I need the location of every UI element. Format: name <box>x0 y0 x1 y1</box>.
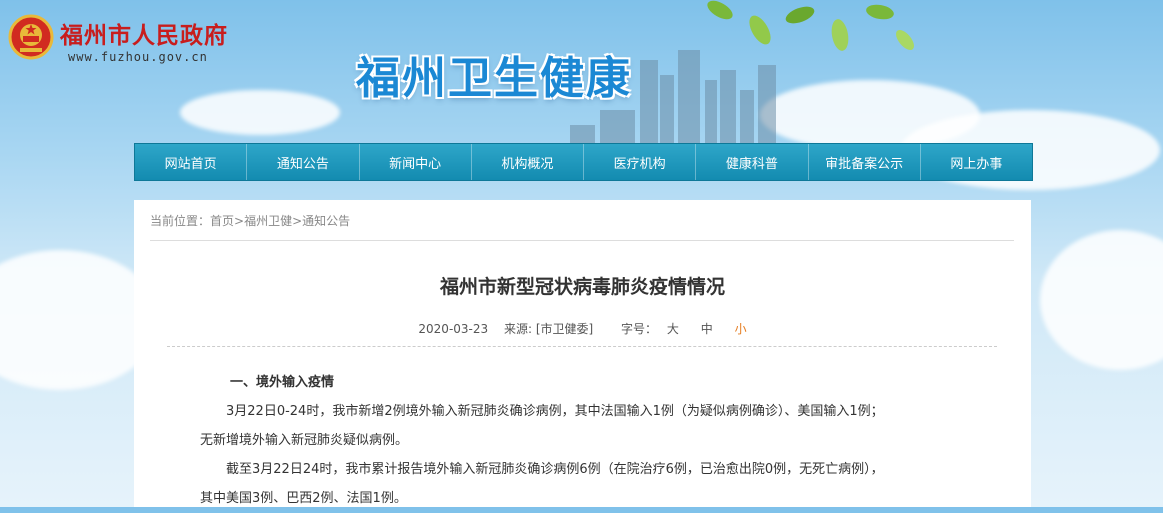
nav-item-home[interactable]: 网站首页 <box>135 144 248 180</box>
paragraph: 无新增境外输入新冠肺炎疑似病例。 <box>200 433 409 448</box>
main-nav: 网站首页 通知公告 新闻中心 机构概况 医疗机构 健康科普 审批备案公示 网上办… <box>134 143 1033 181</box>
nav-item-organization[interactable]: 机构概况 <box>472 144 584 180</box>
article-source: 来源: [市卫健委] <box>503 322 594 336</box>
nav-item-medical-institutions[interactable]: 医疗机构 <box>584 144 697 180</box>
nav-item-health-science[interactable]: 健康科普 <box>696 144 809 180</box>
breadcrumb-link-health[interactable]: 福州卫健 <box>244 214 292 228</box>
nav-item-notices[interactable]: 通知公告 <box>247 144 360 180</box>
content-panel: 当前位置：首页>福州卫健>通知公告 福州市新型冠状病毒肺炎疫情情况 2020-0… <box>134 200 1031 507</box>
font-size-medium[interactable]: 中 <box>701 322 713 336</box>
article-meta: 2020-03-23 来源: [市卫健委] 字号： 大 中 小 <box>134 320 1031 337</box>
nav-item-online-services[interactable]: 网上办事 <box>921 144 1032 180</box>
section-heading: 一、境外输入疫情 <box>230 375 335 390</box>
dashed-divider <box>167 346 997 347</box>
article-body: 一、境外输入疫情 3月22日0-24时，我市新增2例境外输入新冠肺炎确诊病例，其… <box>200 368 1000 513</box>
leaves-decoration <box>707 0 914 51</box>
gov-name[interactable]: 福州市人民政府 <box>60 16 228 50</box>
divider <box>150 240 1014 241</box>
breadcrumb-label: 当前位置： <box>150 214 211 228</box>
article-date: 2020-03-23 <box>418 322 489 336</box>
breadcrumb: 当前位置：首页>福州卫健>通知公告 <box>150 212 350 229</box>
site-title: 福州卫生健康 <box>356 53 632 104</box>
paragraph: 截至3月22日24时，我市累计报告境外输入新冠肺炎确诊病例6例（在院治疗6例，已… <box>226 462 884 477</box>
breadcrumb-separator: > <box>234 214 245 228</box>
article-title: 福州市新型冠状病毒肺炎疫情情况 <box>439 276 725 298</box>
paragraph: 3月22日0-24时，我市新增2例境外输入新冠肺炎确诊病例，其中法国输入1例（为… <box>226 404 884 419</box>
nav-item-approval-publicity[interactable]: 审批备案公示 <box>809 144 921 180</box>
gov-url[interactable]: www.fuzhou.gov.cn <box>68 50 208 64</box>
paragraph: 其中美国3例、巴西2例、法国1例。 <box>200 491 407 506</box>
font-size-small[interactable]: 小 <box>735 322 747 336</box>
breadcrumb-separator: > <box>292 214 303 228</box>
font-size-large[interactable]: 大 <box>667 322 679 336</box>
font-size-label: 字号： <box>621 322 658 336</box>
nav-item-news[interactable]: 新闻中心 <box>360 144 472 180</box>
cloud-decoration <box>1040 230 1163 370</box>
site-header: 福州市人民政府 www.fuzhou.gov.cn 福州卫生健康 <box>0 0 1163 145</box>
breadcrumb-link-home[interactable]: 首页 <box>210 214 234 228</box>
national-emblem-icon <box>8 14 54 60</box>
breadcrumb-link-notices[interactable]: 通知公告 <box>302 214 350 228</box>
